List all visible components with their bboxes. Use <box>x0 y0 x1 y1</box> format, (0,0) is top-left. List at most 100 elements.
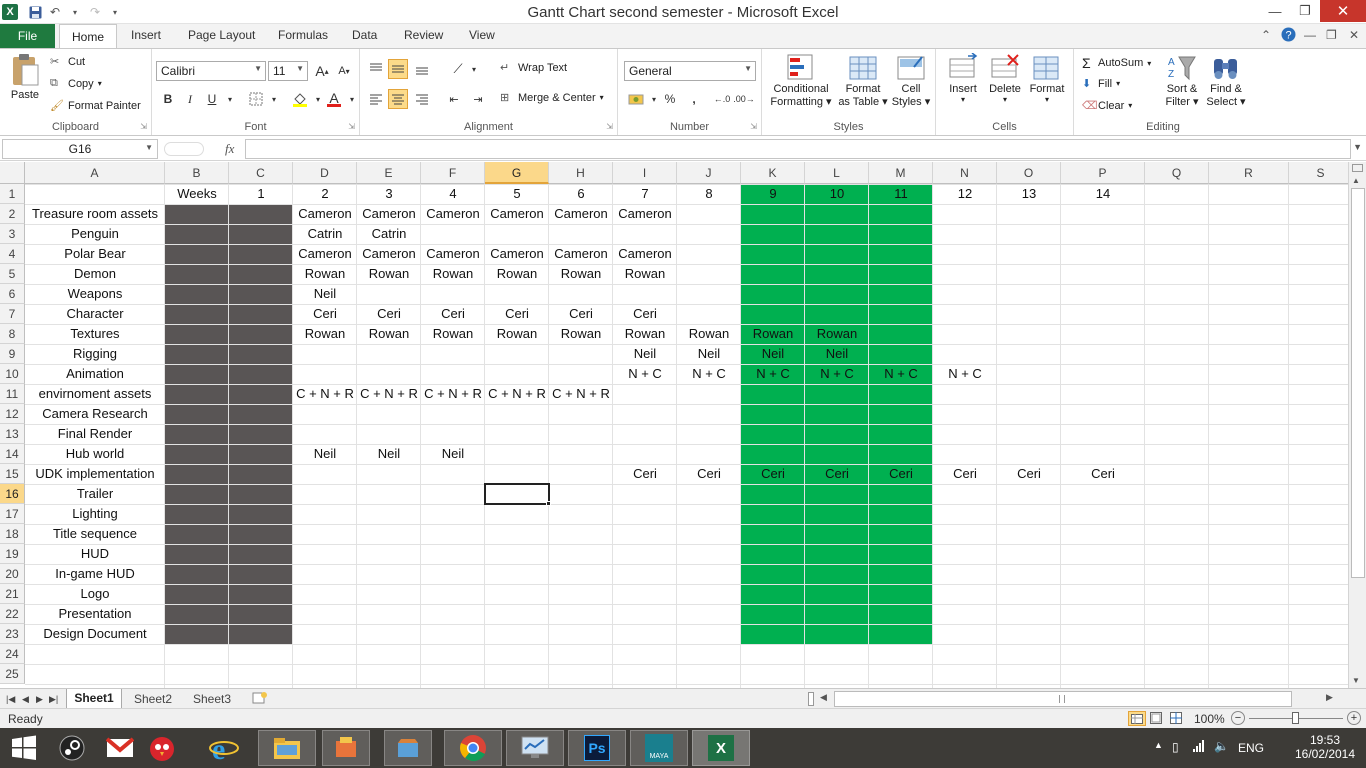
assignment-cell[interactable]: Neil <box>741 344 805 364</box>
format-painter-button[interactable]: 🖌 Format Painter <box>50 99 141 113</box>
next-sheet-icon[interactable]: ▶ <box>36 691 43 707</box>
task-name-cell[interactable]: HUD <box>25 544 165 564</box>
week-header-cell[interactable]: 2 <box>293 184 357 204</box>
expand-formula-bar-icon[interactable]: ▼ <box>1353 142 1362 152</box>
first-sheet-icon[interactable]: |◀ <box>6 691 15 707</box>
week-header-cell[interactable]: 9 <box>741 184 805 204</box>
find-select-button[interactable]: Find & Select ▾ <box>1204 53 1248 108</box>
worksheet-grid[interactable]: A B C D E F G H I J K L M N O P Q R S 1 2 3 4 5 6 7 8 9 10 11 12 13 14 15… <box>0 162 1348 688</box>
assignment-cell[interactable]: Cameron <box>293 244 357 264</box>
week-header-cell[interactable]: 6 <box>549 184 613 204</box>
week-header-cell[interactable]: 13 <box>997 184 1061 204</box>
grow-font-icon[interactable]: A ▴ <box>312 61 332 81</box>
row-header-9[interactable]: 9 <box>0 344 25 364</box>
week-header-cell[interactable]: 11 <box>869 184 933 204</box>
minimize-button[interactable]: — <box>1260 0 1290 22</box>
row-header-14[interactable]: 14 <box>0 444 25 464</box>
app2-icon[interactable] <box>384 730 432 766</box>
row-header-25[interactable]: 25 <box>0 664 25 684</box>
assignment-cell[interactable]: C + N + R <box>485 384 549 404</box>
scroll-down-icon[interactable]: ▼ <box>1352 676 1360 685</box>
assignment-cell[interactable]: N + C <box>741 364 805 384</box>
task-name-cell[interactable]: Polar Bear <box>25 244 165 264</box>
assignment-cell[interactable]: Rowan <box>421 264 485 284</box>
tab-page-layout[interactable]: Page Layout <box>188 28 255 42</box>
column-header-f[interactable]: F <box>421 162 485 184</box>
sheet-tab-2[interactable]: Sheet2 <box>134 691 172 707</box>
app-icon[interactable] <box>322 730 370 766</box>
column-header-n[interactable]: N <box>933 162 997 184</box>
assignment-cell[interactable]: Ceri <box>613 304 677 324</box>
tab-insert[interactable]: Insert <box>131 28 161 42</box>
minimize-ribbon-icon[interactable]: ⌃ <box>1261 28 1271 42</box>
cell-styles-button[interactable]: Cell Styles ▾ <box>890 53 932 108</box>
italic-button[interactable]: I <box>180 89 200 109</box>
assignment-cell[interactable]: Ceri <box>613 464 677 484</box>
column-header-d[interactable]: D <box>293 162 357 184</box>
assignment-cell[interactable]: Rowan <box>613 324 677 344</box>
tab-view[interactable]: View <box>469 28 495 42</box>
autosum-button[interactable]: Σ AutoSum ▾ <box>1082 55 1151 71</box>
close-button[interactable]: ✕ <box>1320 0 1366 22</box>
assignment-cell[interactable]: C + N + R <box>357 384 421 404</box>
week-header-cell[interactable]: 5 <box>485 184 549 204</box>
assignment-cell[interactable]: C + N + R <box>293 384 357 404</box>
normal-view-icon[interactable] <box>1128 711 1146 726</box>
assignment-cell[interactable]: Rowan <box>357 264 421 284</box>
task-name-cell[interactable]: UDK implementation <box>25 464 165 484</box>
increase-indent-icon[interactable]: ⇥ <box>468 89 488 109</box>
language-indicator[interactable]: ENG <box>1238 741 1264 755</box>
restore-button[interactable]: ❐ <box>1290 0 1320 22</box>
number-format-combo[interactable]: General ▼ <box>624 61 756 81</box>
column-header-e[interactable]: E <box>357 162 421 184</box>
assignment-cell[interactable]: Ceri <box>933 464 997 484</box>
assignment-cell[interactable]: Ceri <box>485 304 549 324</box>
align-middle-icon[interactable] <box>388 59 408 79</box>
font-family-combo[interactable]: Calibri ▼ <box>156 61 266 81</box>
tab-formulas[interactable]: Formulas <box>278 28 328 42</box>
assignment-cell[interactable]: Ceri <box>869 464 933 484</box>
last-sheet-icon[interactable]: ▶| <box>49 691 58 707</box>
assignment-cell[interactable]: Ceri <box>357 304 421 324</box>
font-color-dropdown-icon[interactable]: ▾ <box>342 89 362 109</box>
column-header-g[interactable]: G <box>485 162 549 184</box>
tab-data[interactable]: Data <box>352 28 377 42</box>
task-name-cell[interactable]: Presentation <box>25 604 165 624</box>
power-icon[interactable]: ▯ <box>1172 740 1179 754</box>
row-header-15[interactable]: 15 <box>0 464 25 484</box>
row-header-19[interactable]: 19 <box>0 544 25 564</box>
scroll-right-icon[interactable]: ▶ <box>1326 692 1333 703</box>
assignment-cell[interactable]: N + C <box>677 364 741 384</box>
horizontal-scroll-thumb[interactable] <box>834 691 1292 707</box>
assignment-cell[interactable]: Cameron <box>549 244 613 264</box>
column-header-m[interactable]: M <box>869 162 933 184</box>
assignment-cell[interactable]: Neil <box>613 344 677 364</box>
fill-color-icon[interactable] <box>290 89 310 109</box>
row-header-5[interactable]: 5 <box>0 264 25 284</box>
assignment-cell[interactable]: Neil <box>677 344 741 364</box>
column-header-r[interactable]: R <box>1209 162 1289 184</box>
assignment-cell[interactable]: Ceri <box>741 464 805 484</box>
task-name-cell[interactable]: Character <box>25 304 165 324</box>
assignment-cell[interactable]: Cameron <box>421 204 485 224</box>
assignment-cell[interactable]: N + C <box>805 364 869 384</box>
column-header-i[interactable]: I <box>613 162 677 184</box>
week-header-cell[interactable]: Weeks <box>165 184 229 204</box>
chrome-icon[interactable] <box>444 730 502 766</box>
align-top-icon[interactable] <box>366 59 386 79</box>
percent-style-button[interactable]: % <box>660 89 680 109</box>
assignment-cell[interactable]: C + N + R <box>421 384 485 404</box>
row-header-17[interactable]: 17 <box>0 504 25 524</box>
assignment-cell[interactable]: N + C <box>933 364 997 384</box>
sort-filter-button[interactable]: AZ Sort & Filter ▾ <box>1162 53 1202 108</box>
column-header-c[interactable]: C <box>229 162 293 184</box>
scroll-left-icon[interactable]: ◀ <box>820 692 827 703</box>
row-header-20[interactable]: 20 <box>0 564 25 584</box>
accounting-format-icon[interactable] <box>626 89 646 109</box>
name-box[interactable]: G16 ▼ <box>2 139 158 159</box>
row-header-2[interactable]: 2 <box>0 204 25 224</box>
vertical-scroll-thumb[interactable] <box>1351 188 1365 578</box>
week-header-cell[interactable]: 10 <box>805 184 869 204</box>
delete-cells-button[interactable]: Delete ▾ <box>984 53 1026 104</box>
assignment-cell[interactable]: N + C <box>869 364 933 384</box>
